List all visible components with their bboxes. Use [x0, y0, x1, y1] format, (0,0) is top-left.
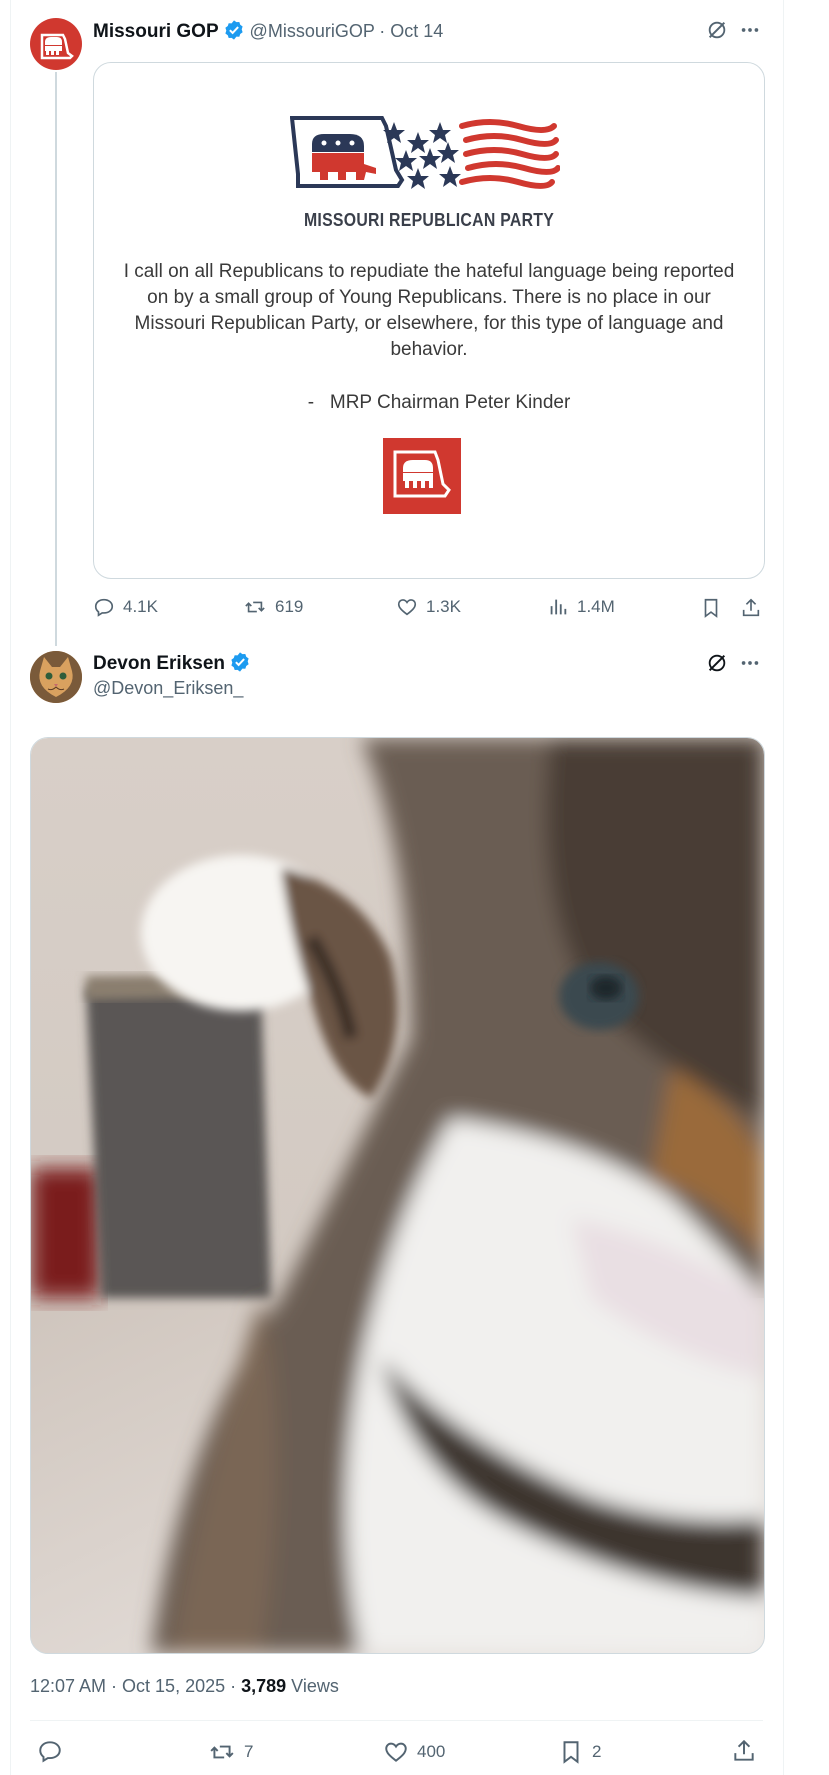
reply-button[interactable]: [36, 1737, 64, 1765]
divider: [30, 1720, 763, 1721]
repost-button[interactable]: 619: [243, 596, 303, 618]
tweet-header: Missouri GOP @MissouriGOP · Oct 14: [93, 19, 443, 43]
statement-line: Missouri Republican Party, or elsewhere,…: [134, 313, 724, 334]
devon-eriksen-avatar[interactable]: [30, 651, 82, 703]
grok-icon[interactable]: [703, 16, 731, 44]
bookmark-count: 2: [592, 1742, 602, 1761]
display-name[interactable]: Missouri GOP: [93, 21, 219, 42]
missouri-gop-avatar[interactable]: [30, 18, 82, 70]
party-name-text: MISSOURI REPUBLICAN PARTY: [303, 210, 555, 230]
thread-connector: [55, 72, 57, 646]
cat-video[interactable]: [30, 737, 765, 1654]
views-button[interactable]: 1.4M: [547, 596, 615, 618]
cat-avatar-icon: [30, 651, 82, 703]
reply-button[interactable]: 4.1K: [93, 596, 158, 618]
bookmark-icon[interactable]: [697, 594, 725, 622]
tweet-header: Devon Eriksen: [93, 651, 251, 675]
repost-button[interactable]: 7: [208, 1739, 253, 1765]
statement-image[interactable]: MISSOURI REPUBLICAN PARTY I call on all …: [93, 62, 765, 579]
like-count: 1.3K: [426, 597, 461, 616]
repost-count: 7: [244, 1742, 254, 1761]
statement-line: behavior.: [390, 339, 468, 360]
gop-elephant-icon: [393, 450, 451, 498]
display-name[interactable]: Devon Eriksen: [93, 653, 225, 674]
verified-badge-icon: [231, 652, 250, 672]
gop-elephant-logo-icon: [40, 33, 74, 60]
heart-icon: [385, 1742, 407, 1762]
bookmark-icon: [563, 1741, 579, 1764]
share-icon[interactable]: [730, 1737, 758, 1765]
grok-icon[interactable]: [703, 649, 731, 677]
right-pane-edge: [795, 0, 829, 1775]
like-button[interactable]: 1.3K: [396, 596, 461, 618]
like-count: 400: [417, 1742, 446, 1761]
handle[interactable]: @MissouriGOP: [250, 21, 375, 41]
handle[interactable]: @Devon_Eriksen_: [93, 678, 243, 699]
like-button[interactable]: 400: [383, 1739, 445, 1765]
repost-icon: [210, 1745, 234, 1759]
gop-square-logo: [383, 438, 461, 514]
reply-icon: [39, 1741, 61, 1763]
analytics-icon: [550, 599, 567, 615]
views-label: Views: [286, 1676, 339, 1696]
tweet-timestamp[interactable]: 12:07 AM · Oct 15, 2025 ·: [30, 1676, 241, 1696]
statement-signature: - MRP Chairman Peter Kinder: [307, 392, 571, 413]
tweet-metadata: 12:07 AM · Oct 15, 2025 · 3,789 Views: [30, 1676, 339, 1697]
kitten-photo: [31, 738, 764, 1653]
bookmark-button[interactable]: 2: [558, 1739, 601, 1765]
heart-icon: [397, 599, 417, 616]
statement-line: on by a small group of Young Republicans…: [147, 287, 711, 308]
views-count: 3,789: [241, 1676, 287, 1696]
missouri-republican-party-logo: [290, 116, 560, 189]
reply-count: 4.1K: [123, 597, 158, 616]
more-options-icon[interactable]: [736, 649, 764, 677]
tweet-date[interactable]: · Oct 14: [379, 21, 443, 41]
statement-line: I call on all Republicans to repudiate t…: [123, 261, 735, 282]
repost-icon: [245, 601, 265, 613]
verified-badge-icon: [225, 20, 243, 40]
repost-count: 619: [275, 597, 304, 616]
reply-icon: [94, 598, 114, 617]
share-icon[interactable]: [737, 594, 765, 622]
more-options-icon[interactable]: [736, 16, 764, 44]
view-count: 1.4M: [577, 597, 615, 616]
